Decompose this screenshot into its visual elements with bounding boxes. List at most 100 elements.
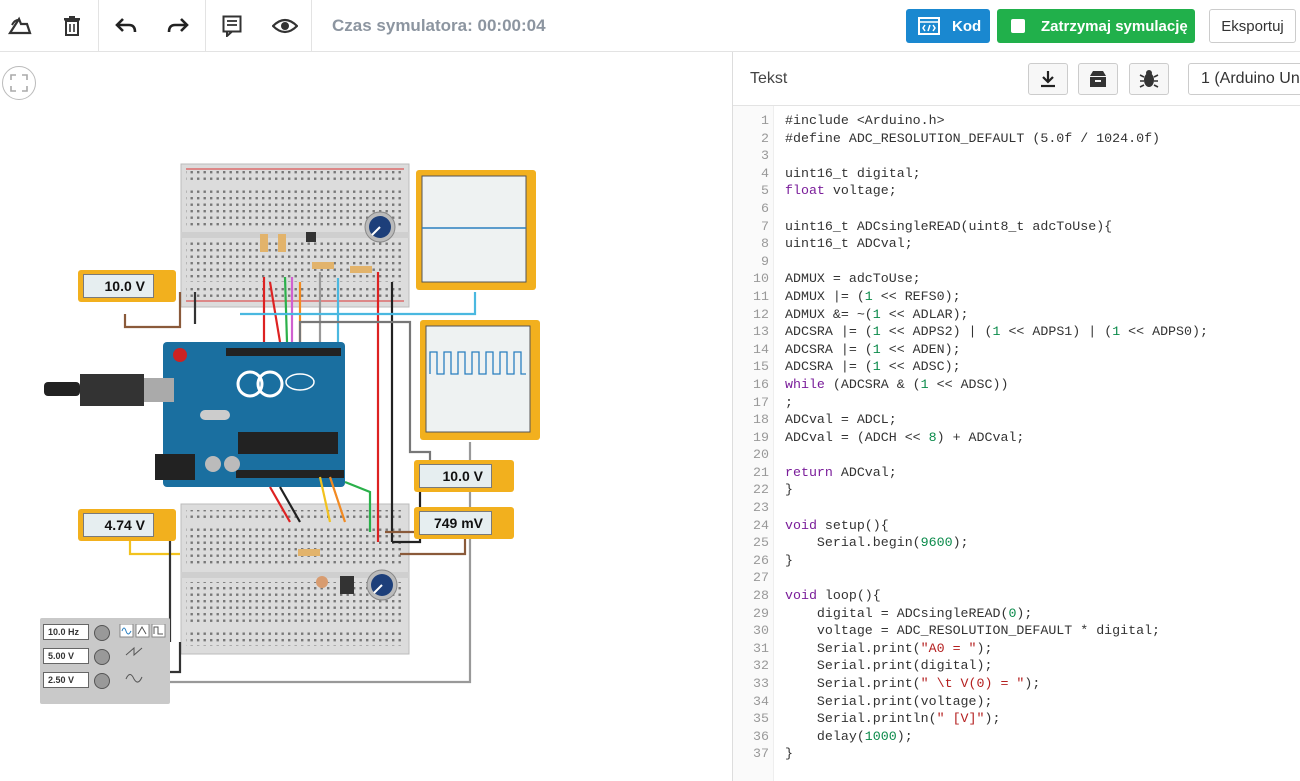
- editor-mode-label[interactable]: Tekst: [750, 70, 787, 88]
- code-line[interactable]: 27: [733, 569, 1208, 587]
- line-number: 10: [753, 271, 769, 287]
- undo-icon[interactable]: [111, 11, 141, 41]
- code-line[interactable]: 5 float voltage;: [733, 182, 1208, 200]
- multimeter-3[interactable]: 10.0 V: [414, 460, 514, 492]
- sensor[interactable]: [340, 576, 354, 594]
- code-line[interactable]: 24 void setup(){: [733, 517, 1208, 535]
- export-button[interactable]: Eksportuj: [1209, 9, 1296, 43]
- code-line[interactable]: 29 digital = ADCsingleREAD(0);: [733, 605, 1208, 623]
- resistor[interactable]: [278, 234, 286, 252]
- multimeter-2[interactable]: 4.74 V: [78, 509, 176, 541]
- resistor[interactable]: [260, 234, 268, 252]
- code-token: 1: [1112, 324, 1121, 340]
- code-line[interactable]: 8 uint16_t ADCval;: [733, 235, 1208, 253]
- bug-icon: [1139, 70, 1159, 88]
- resistor[interactable]: [312, 262, 334, 269]
- code-text: }: [785, 745, 793, 763]
- arduino-uno-board[interactable]: [44, 342, 345, 487]
- fg-frequency-knob[interactable]: [94, 625, 110, 641]
- rotate-icon[interactable]: [5, 11, 35, 41]
- line-number: 35: [753, 711, 769, 727]
- fg-offset-field[interactable]: 2.50 V: [43, 672, 89, 688]
- code-token: Serial.print(: [785, 676, 921, 691]
- simulator-time: Czas symulatora: 00:00:04: [332, 16, 546, 35]
- code-line[interactable]: 4 uint16_t digital;: [733, 165, 1208, 183]
- code-token: #include <Arduino.h>: [785, 113, 945, 128]
- code-line[interactable]: 34 Serial.print(voltage);: [733, 693, 1208, 711]
- code-line[interactable]: 2 #define ADC_RESOLUTION_DEFAULT (5.0f / …: [733, 130, 1208, 148]
- code-text: Serial.begin(9600);: [785, 534, 969, 552]
- code-line[interactable]: 37}: [733, 745, 1208, 763]
- code-line[interactable]: 7 uint16_t ADCsingleREAD(uint8_t adcToUse…: [733, 218, 1208, 236]
- code-token: Serial.println(: [785, 711, 937, 727]
- code-line[interactable]: 14 ADCSRA |= (1 << ADEN);: [733, 341, 1208, 359]
- code-lines: 1 #include <Arduino.h> 2 #define ADC_RESOLU…: [733, 112, 1208, 763]
- code-line[interactable]: 11 ADMUX |= (1 << REFS0);: [733, 288, 1208, 306]
- code-line[interactable]: 19 ADCval = (ADCH << 8) + ADCval;: [733, 429, 1208, 447]
- code-line[interactable]: 1 #include <Arduino.h>: [733, 112, 1208, 130]
- code-line[interactable]: 30 voltage = ADC_RESOLUTION_DEFAULT * di…: [733, 622, 1208, 640]
- line-number: 16: [753, 376, 769, 392]
- resistor[interactable]: [350, 266, 372, 273]
- code-token: ) + ADCval;: [936, 429, 1025, 445]
- code-token: ADMUX |= (: [785, 288, 865, 304]
- trash-icon[interactable]: [57, 11, 87, 41]
- code-token: << ADPS1) | (: [1000, 324, 1113, 340]
- code-line[interactable]: 3: [733, 147, 1208, 165]
- code-text: Serial.print(" \t V(0) = ");: [785, 675, 1040, 693]
- code-line[interactable]: 33 Serial.print(" \t V(0) = ");: [733, 675, 1208, 693]
- fg-amplitude-knob[interactable]: [94, 649, 110, 665]
- code-line[interactable]: 10 ADMUX = adcToUse;: [733, 270, 1208, 288]
- code-line[interactable]: 6: [733, 200, 1208, 218]
- code-line[interactable]: 13 ADCSRA |= (1 << ADPS2) | (1 << ADPS1) …: [733, 323, 1208, 341]
- code-line[interactable]: 9: [733, 253, 1208, 271]
- oscilloscope-bottom[interactable]: [420, 320, 540, 440]
- line-number: 7: [761, 218, 769, 234]
- fg-amplitude-field[interactable]: 5.00 V: [43, 648, 89, 664]
- oscilloscope-top[interactable]: [416, 170, 536, 290]
- code-line[interactable]: 36 delay(1000);: [733, 728, 1208, 746]
- function-generator[interactable]: 10.0 Hz 5.00 V 2.50 V: [40, 618, 170, 704]
- notes-icon[interactable]: [217, 11, 247, 41]
- pushbutton[interactable]: [306, 232, 316, 242]
- code-line[interactable]: 15 ADCSRA |= (1 << ADSC);: [733, 358, 1208, 376]
- code-line[interactable]: 32 Serial.print(digital);: [733, 657, 1208, 675]
- code-token: float: [785, 183, 825, 199]
- code-line[interactable]: 18 ADCval = ADCL;: [733, 411, 1208, 429]
- line-number: 2: [761, 130, 769, 146]
- code-line[interactable]: 23: [733, 499, 1208, 517]
- libraries-button[interactable]: [1078, 63, 1118, 95]
- fg-frequency-field[interactable]: 10.0 Hz: [43, 624, 89, 640]
- multimeter-4[interactable]: 749 mV: [414, 507, 514, 539]
- download-button[interactable]: [1028, 63, 1068, 95]
- photoresistor[interactable]: [316, 576, 328, 588]
- resistor[interactable]: [298, 549, 320, 556]
- line-number: 21: [753, 464, 769, 480]
- code-line[interactable]: 20: [733, 446, 1208, 464]
- code-line[interactable]: 31 Serial.print("A0 = ");: [733, 640, 1208, 658]
- code-token: );: [984, 711, 1001, 727]
- code-line[interactable]: 35 Serial.println(" [V]");: [733, 710, 1208, 728]
- code-line[interactable]: 21 return ADCval;: [733, 464, 1208, 482]
- stop-simulation-button[interactable]: Zatrzymaj symulację: [997, 9, 1195, 43]
- eye-icon[interactable]: [270, 11, 300, 41]
- code-line[interactable]: 17;: [733, 394, 1208, 412]
- device-select[interactable]: 1 (Arduino Uno R3): [1188, 63, 1300, 95]
- fg-offset-knob[interactable]: [94, 673, 110, 689]
- code-line[interactable]: 12 ADMUX &= ~(1 << ADLAR);: [733, 306, 1208, 324]
- code-line[interactable]: 25 Serial.begin(9600);: [733, 534, 1208, 552]
- code-line[interactable]: 26}: [733, 552, 1208, 570]
- code-text: uint16_t ADCval;: [785, 235, 913, 253]
- code-button[interactable]: Kod: [906, 9, 990, 43]
- code-editor[interactable]: 1 #include <Arduino.h> 2 #define ADC_RESOLU…: [733, 106, 1300, 781]
- code-token: digital = ADCsingleREAD(: [785, 605, 1009, 621]
- stop-simulation-label: Zatrzymaj symulację: [1041, 17, 1188, 35]
- debugger-button[interactable]: [1129, 63, 1169, 95]
- redo-icon[interactable]: [163, 11, 193, 41]
- multimeter-1[interactable]: 10.0 V: [78, 270, 176, 302]
- code-line[interactable]: 16 while (ADCSRA & (1 << ADSC)): [733, 376, 1208, 394]
- code-token: ADCSRA |= (: [785, 324, 873, 340]
- code-line[interactable]: 22}: [733, 481, 1208, 499]
- circuit-canvas[interactable]: 10.0 V 4.74 V 10.0 V 749 mV 10.0 Hz 5.00…: [0, 52, 732, 781]
- code-line[interactable]: 28 void loop(){: [733, 587, 1208, 605]
